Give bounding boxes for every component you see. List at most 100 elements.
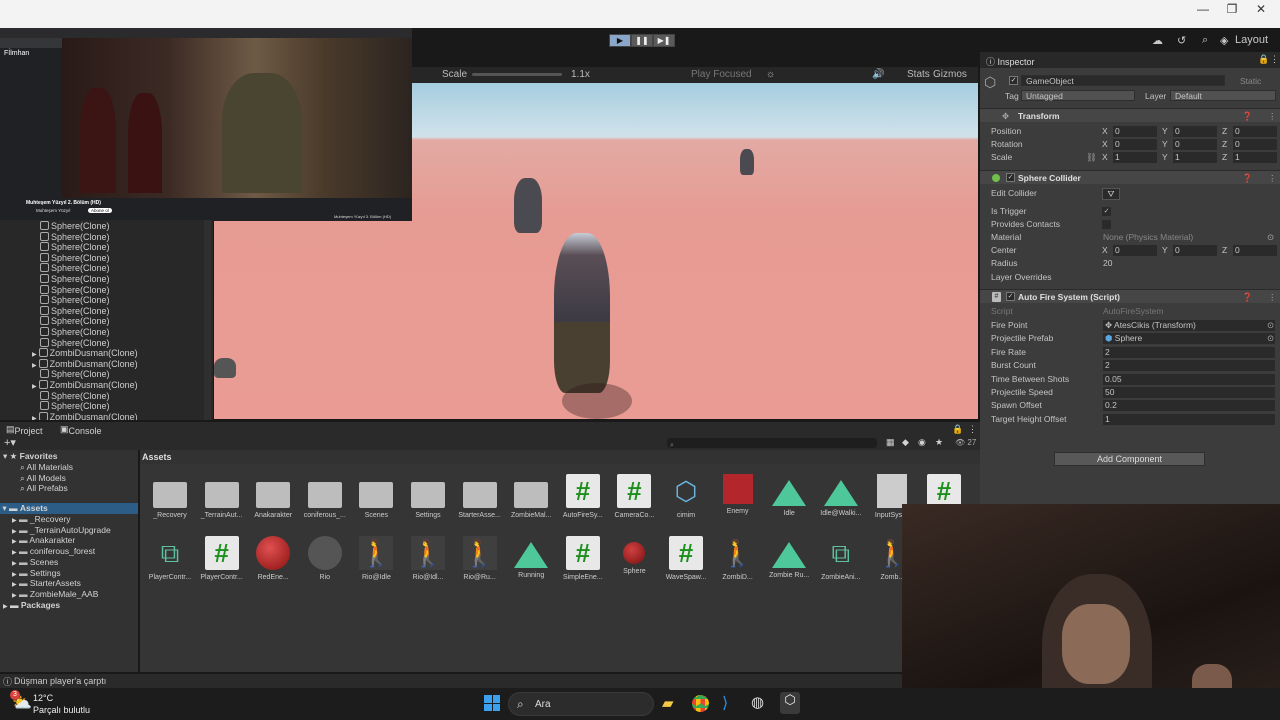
field-value[interactable]: ✥ AtesCikis (Transform) <box>1103 320 1275 331</box>
expand-arrow-icon[interactable]: ▶ <box>32 384 37 390</box>
asset-item[interactable]: Sphere <box>608 536 660 575</box>
hierarchy-item[interactable]: Sphere(Clone) <box>40 295 213 306</box>
gizmos-button[interactable]: Gizmos <box>933 69 967 80</box>
is-trigger-checkbox[interactable]: ✓ <box>1102 207 1111 216</box>
add-component-button[interactable]: Add Component <box>1054 452 1205 466</box>
project-folder[interactable]: ▶ ▬ _TerrainAutoUpgrade <box>12 525 111 535</box>
vector-field-z[interactable]: 1 <box>1233 152 1277 163</box>
unity-icon[interactable]: ⬡ <box>780 692 800 714</box>
hierarchy-item[interactable]: Sphere(Clone) <box>40 263 213 274</box>
field-value[interactable]: 0.05 <box>1103 373 1275 385</box>
asset-item[interactable]: Scenes <box>350 474 402 519</box>
browser-tabs[interactable] <box>0 28 412 38</box>
play-focused-dropdown[interactable]: Play Focused <box>691 69 752 80</box>
hierarchy-item[interactable]: Sphere(Clone) <box>40 242 213 253</box>
hierarchy-item[interactable]: ▶ ZombiDusman(Clone) <box>32 379 213 391</box>
asset-item[interactable]: coniferous_... <box>299 474 351 519</box>
expand-arrow-icon[interactable]: ▶ <box>12 539 17 545</box>
asset-item[interactable]: ⬡ cimim <box>660 474 712 519</box>
cloud-icon[interactable]: ☁ <box>1152 34 1163 47</box>
project-folder[interactable]: ▶ ▬ coniferous_forest <box>12 546 95 556</box>
sun-icon[interactable]: ☼ <box>766 69 775 80</box>
asset-item[interactable]: Settings <box>402 474 454 519</box>
asset-item[interactable]: # CameraCo... <box>608 474 660 519</box>
vector-field-x[interactable]: 0 <box>1113 139 1157 150</box>
field-value[interactable]: 1 <box>1103 413 1275 425</box>
project-folder[interactable]: ▶ ▬ Scenes <box>12 557 58 567</box>
field-value[interactable]: 50 <box>1103 387 1275 398</box>
subscribe-button[interactable]: Abone ol <box>88 208 112 213</box>
layers-icon[interactable]: ◈ <box>1220 34 1228 47</box>
asset-item[interactable]: _Recovery <box>144 474 196 519</box>
tab-project[interactable]: ▤ Project <box>6 424 43 436</box>
project-folder[interactable]: ▶ ▬ _Recovery <box>12 514 71 524</box>
hierarchy-item[interactable]: Sphere(Clone) <box>40 221 213 232</box>
radius-field[interactable]: 20 <box>1103 257 1112 270</box>
scale-slider[interactable] <box>472 73 562 76</box>
site-logo[interactable]: Fİlmhan <box>4 50 29 57</box>
component-menu-icon[interactable]: ⋮ <box>1268 109 1277 123</box>
asset-item[interactable]: ⧉ PlayerContr... <box>144 536 196 581</box>
hierarchy-item[interactable]: Sphere(Clone) <box>40 231 213 243</box>
project-search-input[interactable]: ⌕ <box>667 438 877 449</box>
hierarchy-item[interactable]: Sphere(Clone) <box>40 390 213 402</box>
asset-item[interactable]: StarterAsse... <box>454 474 506 519</box>
channel-name[interactable]: Muhteşem Yüzyıl <box>36 208 70 213</box>
field-value[interactable]: 0.2 <box>1103 400 1275 412</box>
asset-item[interactable]: ZombieMal... <box>505 474 557 519</box>
asset-item[interactable]: ⧉ ZombieAni... <box>815 536 867 581</box>
hierarchy-scrollbar[interactable] <box>204 220 211 420</box>
play-button[interactable]: ▶ <box>609 34 631 47</box>
expand-arrow-icon[interactable]: ▶ <box>32 363 37 369</box>
expand-arrow-icon[interactable]: ▶ <box>12 582 17 588</box>
asset-item[interactable]: 🚶 Rio@Idle <box>350 536 402 581</box>
vscode-icon[interactable]: ⟩ <box>722 693 728 713</box>
history-icon[interactable]: ↺ <box>1177 34 1186 47</box>
audio-icon[interactable]: 🔊 <box>872 69 884 80</box>
hierarchy-item[interactable]: ▶ ZombiDusman(Clone) <box>32 411 213 420</box>
object-picker-icon[interactable]: ⊙ <box>1267 332 1274 345</box>
vector-field-x[interactable]: 1 <box>1113 152 1157 163</box>
active-checkbox[interactable]: ✓ <box>1009 76 1018 85</box>
asset-item[interactable]: # PlayerContr... <box>196 536 248 581</box>
collider-enabled-checkbox[interactable]: ✓ <box>1006 173 1015 182</box>
weather-temp[interactable]: 12°C <box>33 693 53 703</box>
visibility-icon[interactable]: ◉ <box>918 437 926 448</box>
hierarchy-item[interactable]: Sphere(Clone) <box>40 369 213 380</box>
link-icon[interactable]: ⛓ <box>1086 151 1097 164</box>
favorite-item[interactable]: ⌕ All Prefabs <box>20 483 68 494</box>
expand-arrow-icon[interactable]: ▶ <box>3 604 8 610</box>
hierarchy-item[interactable]: Sphere(Clone) <box>40 401 213 412</box>
asset-item[interactable]: Rio <box>299 536 351 581</box>
favorite-item[interactable]: ⌕ All Models <box>20 473 66 484</box>
asset-item[interactable]: # WaveSpaw... <box>660 536 712 581</box>
help-icon[interactable]: ❓ <box>1242 109 1253 123</box>
search-icon[interactable]: ⌕ <box>1202 34 1208 47</box>
expand-arrow-icon[interactable]: ▶ <box>12 561 17 567</box>
vector-field-x[interactable]: 0 <box>1113 126 1157 137</box>
stats-button[interactable]: Stats <box>907 69 930 80</box>
chrome-icon[interactable] <box>692 695 709 712</box>
project-folder[interactable]: ▶ ▬ ZombieMale_AAB <box>12 589 98 599</box>
inspector-tab[interactable]: ⓘ Inspector <box>986 55 1035 68</box>
expand-arrow-icon[interactable]: ▶ <box>12 518 17 524</box>
asset-item[interactable]: Idle <box>763 474 815 517</box>
hierarchy-item[interactable]: Sphere(Clone) <box>40 273 213 285</box>
expand-arrow-icon[interactable]: ▶ <box>32 352 37 358</box>
file-explorer-icon[interactable]: ▰ <box>662 694 674 712</box>
maximize-icon[interactable]: ❐ <box>1217 2 1247 18</box>
layer-dropdown[interactable]: Default <box>1170 90 1276 101</box>
edit-collider-button[interactable]: ⛛ <box>1102 188 1120 200</box>
minimize-icon[interactable]: — <box>1188 2 1218 18</box>
asset-item[interactable]: Anakarakter <box>247 474 299 519</box>
menu-icon[interactable]: ⋮ <box>968 424 977 435</box>
lock-icon[interactable]: 🔒 <box>952 424 963 435</box>
packages-section[interactable]: ▶ ▬ Packages <box>3 600 60 610</box>
asset-item[interactable]: _TerrainAut... <box>196 474 248 519</box>
expand-arrow-icon[interactable]: ▶ <box>12 529 17 535</box>
sidebar-video-title[interactable]: Muhteşem Yüzyıl 3. Bölüm (HD) <box>334 214 391 219</box>
favorites-section[interactable]: ▾ ★ Favorites <box>3 451 57 462</box>
hierarchy-item[interactable]: Sphere(Clone) <box>40 305 213 317</box>
asset-item[interactable]: Enemy <box>712 474 764 515</box>
layout-dropdown[interactable]: Layout <box>1235 34 1268 46</box>
